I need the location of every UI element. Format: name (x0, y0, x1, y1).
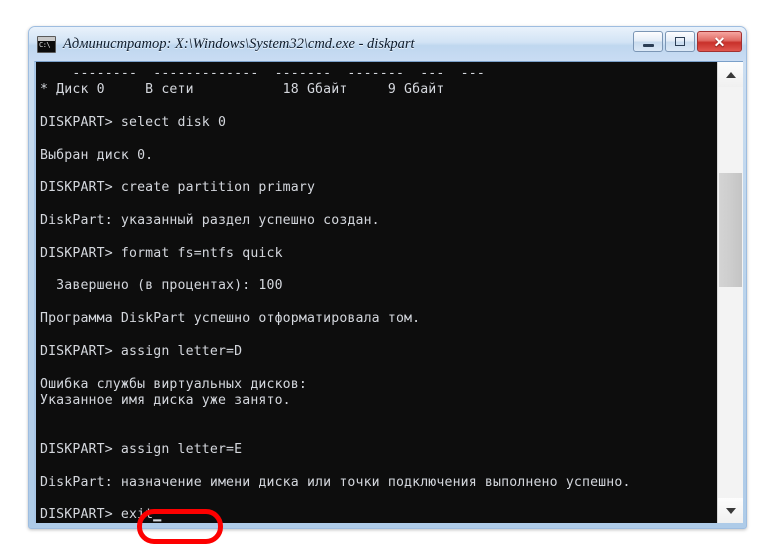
icon-prompt-glyph: C:\ (39, 40, 51, 49)
scroll-up-arrow (725, 71, 736, 78)
minimize-icon (642, 43, 654, 47)
close-icon: ✕ (713, 33, 726, 50)
window-title: Администратор: X:\Windows\System32\cmd.e… (63, 35, 415, 52)
console-line: DISKPART> select disk 0 (40, 115, 227, 131)
scrollbar-track[interactable] (718, 87, 743, 498)
minimize-button[interactable] (633, 31, 663, 52)
console-line: -------- ------------- ------- ------- -… (40, 66, 485, 81)
console-line: DiskPart: назначение имени диска или точ… (40, 474, 631, 490)
scroll-down-arrow (725, 507, 736, 514)
window-controls: ✕ (633, 31, 742, 52)
console-client-area[interactable]: -------- ------------- ------- ------- -… (34, 61, 743, 523)
cmd-window: C:\ Администратор: X:\Windows\System32\c… (28, 26, 747, 544)
window-titlebar[interactable]: C:\ Администратор: X:\Windows\System32\c… (29, 27, 746, 61)
console-line: DISKPART> exit▁ (40, 507, 162, 523)
console-scrollbar[interactable] (717, 62, 743, 523)
console-line: DISKPART> assign letter=E (40, 441, 243, 457)
console-line: * Диск 0 В сети 18 Gбайт 9 Gбайт (40, 82, 445, 98)
console-line: Завершено (в процентах): 100 (40, 278, 283, 294)
maximize-button[interactable] (665, 31, 695, 52)
console-line: Программа DiskPart успешно отформатирова… (40, 311, 421, 327)
scroll-up-button[interactable] (718, 62, 743, 87)
screenshot-root: C:\ Администратор: X:\Windows\System32\c… (0, 0, 775, 553)
maximize-icon (675, 37, 685, 46)
console-line: DiskPart: указанный раздел успешно созда… (40, 213, 380, 229)
close-button[interactable]: ✕ (697, 31, 742, 52)
cmd-console-icon: C:\ (37, 35, 56, 53)
console-line: DISKPART> assign letter=D (40, 343, 243, 359)
console-line: DISKPART> format fs=ntfs quick (40, 245, 283, 261)
console-output[interactable]: -------- ------------- ------- ------- -… (36, 62, 719, 523)
console-line: DISKPART> create partition primary (40, 180, 316, 196)
console-line: Ошибка службы виртуальных дисков: (40, 376, 307, 392)
console-line: Выбран диск 0. (40, 147, 154, 163)
console-line: Указанное имя диска уже занято. (40, 392, 291, 408)
scrollbar-thumb[interactable] (719, 173, 742, 287)
scroll-down-button[interactable] (718, 498, 743, 523)
